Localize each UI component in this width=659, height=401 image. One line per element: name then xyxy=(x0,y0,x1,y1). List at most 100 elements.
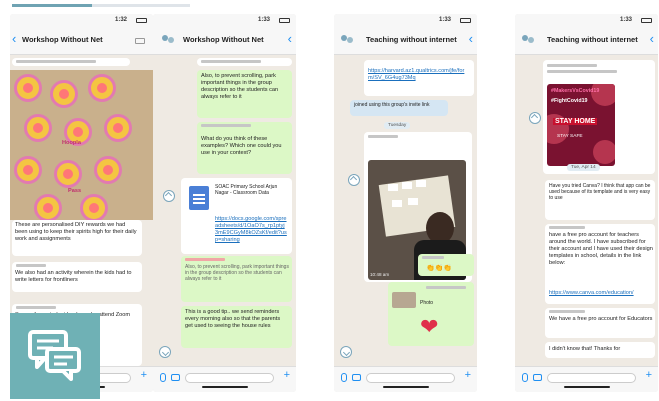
blurred-text xyxy=(16,60,96,63)
sticker-badge xyxy=(14,74,42,102)
camera-icon[interactable] xyxy=(171,374,180,381)
message-bubble: What do you think of these examples? Whi… xyxy=(197,122,292,174)
group-avatar-icon[interactable] xyxy=(521,33,535,45)
message-bubble: Photo ❤ xyxy=(388,282,474,346)
forward-icon[interactable] xyxy=(348,174,360,186)
blurred-text xyxy=(547,70,617,73)
date-divider: Tue, Apr 14 xyxy=(567,164,600,171)
forward-icon[interactable] xyxy=(529,112,541,124)
join-notice: joined using this group's invite link xyxy=(354,102,430,108)
back-chevron-icon[interactable]: ‹ xyxy=(288,32,292,45)
message-text: These are personalised DIY rewards we ha… xyxy=(15,222,137,242)
status-time: 1:33 xyxy=(257,17,270,23)
scroll-down-icon[interactable] xyxy=(159,346,171,358)
survey-link[interactable]: https://harvard.az1.qualtrics.com/jfe/fo… xyxy=(368,68,470,82)
message-bubble: These are personalised DIY rewards we ha… xyxy=(12,220,142,256)
blurred-text xyxy=(547,64,597,67)
mic-icon[interactable] xyxy=(160,373,166,382)
chat-title[interactable]: Teaching without internet xyxy=(547,35,638,44)
camera-icon[interactable] xyxy=(352,374,361,381)
status-bar: 1:32 xyxy=(10,14,153,27)
back-chevron-icon[interactable]: ‹ xyxy=(650,32,654,45)
message-bubble: have a free pro account for teachers aro… xyxy=(545,224,655,304)
letter-card xyxy=(402,182,412,189)
message-text: Also, to prevent scrolling, park importa… xyxy=(201,73,279,100)
message-input-bar: + xyxy=(515,366,658,392)
chat-title[interactable]: Workshop Without Net xyxy=(183,35,264,44)
group-avatar-icon[interactable] xyxy=(161,33,175,45)
stickers-photo[interactable]: Hoopla Pass xyxy=(10,70,153,220)
camera-icon[interactable] xyxy=(533,374,542,381)
message-input[interactable] xyxy=(185,373,274,383)
battery-icon xyxy=(279,18,290,23)
status-bar: 1:33 xyxy=(153,14,296,27)
message-bubble xyxy=(197,58,292,66)
document-title: SOAC Primary School Arjun Nagar - Classr… xyxy=(215,184,278,196)
message-bubble: Also, to prevent scrolling, park importa… xyxy=(197,70,292,118)
battery-icon xyxy=(136,18,147,23)
document-link[interactable]: https://docs.google.com/spreadsheets/d/1… xyxy=(215,216,287,252)
message-input-bar: + xyxy=(334,366,477,392)
message-input[interactable] xyxy=(547,373,636,383)
sticker-badge xyxy=(104,114,132,142)
add-icon[interactable]: + xyxy=(141,369,147,381)
add-icon[interactable]: + xyxy=(646,369,652,381)
back-chevron-icon[interactable]: ‹ xyxy=(12,32,16,45)
blurred-text xyxy=(16,264,46,267)
sticker-badge xyxy=(34,194,62,220)
blurred-text xyxy=(201,60,261,63)
mic-icon[interactable] xyxy=(341,373,347,382)
photo-timestamp: 10:48 am xyxy=(370,272,390,277)
quoted-text: Also, to prevent scrolling, park importa… xyxy=(185,264,289,282)
letter-card xyxy=(408,198,418,205)
chat-header: Teaching without internet ‹ xyxy=(334,27,477,55)
blurred-sender xyxy=(368,135,398,138)
quoted-sender xyxy=(185,258,225,261)
video-call-icon[interactable] xyxy=(135,38,145,44)
canva-link[interactable]: https://www.canva.com/education/ xyxy=(549,290,653,297)
sticker-text: Pass xyxy=(68,188,82,194)
forward-icon[interactable] xyxy=(163,190,175,202)
home-indicator xyxy=(201,386,248,388)
sticker-badge xyxy=(50,80,78,108)
phone-screen-workshop-2: 1:33 Workshop Without Net ‹ Also, to pre… xyxy=(153,14,296,392)
home-indicator xyxy=(563,386,610,388)
add-icon[interactable]: + xyxy=(465,369,471,381)
battery-icon xyxy=(460,18,471,23)
covid-poster-image[interactable]: #MakersVsCovid19 #FightCovid19 STAY HOME… xyxy=(547,84,615,166)
sticker-badge xyxy=(54,160,82,188)
chat-header: ‹ Workshop Without Net xyxy=(10,27,153,55)
message-bubble: SOAC Primary School Arjun Nagar - Classr… xyxy=(181,178,292,254)
message-bubble: Also, to prevent scrolling, park importa… xyxy=(181,256,292,302)
message-input[interactable] xyxy=(366,373,455,383)
blurred-text xyxy=(16,306,56,309)
sticker-badge xyxy=(88,74,116,102)
poster-headline: STAY HOME xyxy=(553,118,598,125)
document-icon xyxy=(189,186,209,210)
message-bubble: 👏👏👏 xyxy=(418,254,474,276)
poster-subline: STAY SAFE xyxy=(557,134,583,139)
status-bar: 1:33 xyxy=(515,14,658,27)
add-icon[interactable]: + xyxy=(284,369,290,381)
message-bubble: We also had an activity wherein the kids… xyxy=(12,262,142,292)
heart-emoji-icon: ❤ xyxy=(420,314,439,339)
clap-emojis: 👏👏👏 xyxy=(426,265,453,272)
blurred-text xyxy=(426,286,466,289)
scroll-down-icon[interactable] xyxy=(340,346,352,358)
chat-title[interactable]: Workshop Without Net xyxy=(22,35,103,44)
group-avatar-icon[interactable] xyxy=(340,33,354,45)
poster-hashtag-2: #FightCovid19 xyxy=(551,98,588,104)
message-bubble: This is a good tip.. we send reminders e… xyxy=(181,306,292,348)
letter-card xyxy=(392,200,402,207)
slide-progress-fill xyxy=(12,4,93,7)
message-bubble xyxy=(12,58,130,66)
mic-icon[interactable] xyxy=(522,373,528,382)
chat-title[interactable]: Teaching without internet xyxy=(366,35,457,44)
chat-badge xyxy=(10,313,100,399)
message-text: This is a good tip.. we send reminders e… xyxy=(185,309,281,329)
message-input-bar: + xyxy=(153,366,296,392)
back-chevron-icon[interactable]: ‹ xyxy=(469,32,473,45)
phone-screen-teaching-2: 1:33 Teaching without internet ‹ #Makers… xyxy=(515,14,658,392)
message-text: I didn't know that! Thanks for xyxy=(549,346,621,352)
phone-screen-teaching-1: 1:33 Teaching without internet ‹ https:/… xyxy=(334,14,477,392)
